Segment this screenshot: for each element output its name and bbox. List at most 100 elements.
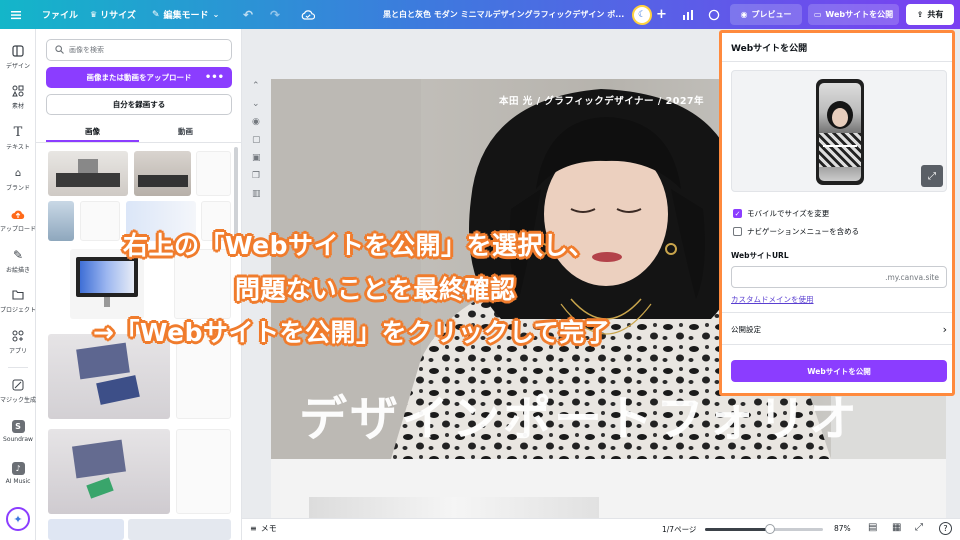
tab-images[interactable]: 画像 [46, 121, 139, 141]
zoom-slider-fill [705, 528, 770, 531]
rail-divider [8, 367, 28, 368]
sidebar-item-draw[interactable]: ✎ お絵描き [0, 241, 36, 281]
sidebar-item-brand[interactable]: ⌂ ブランド [0, 159, 36, 199]
elements-icon [11, 84, 25, 98]
trash-icon[interactable]: ▥ [252, 189, 261, 199]
eye-icon: ◉ [740, 10, 748, 19]
eye-icon[interactable]: ◉ [252, 117, 261, 127]
image-thumbnail[interactable] [80, 201, 120, 241]
instruction-line-2: 問題ないことを最終確認 [235, 275, 516, 304]
undo-icon[interactable]: ↶ [243, 0, 253, 29]
upload-icon [11, 207, 25, 221]
zoom-level[interactable]: 87% [834, 524, 851, 533]
user-avatar[interactable]: ☾ [632, 0, 652, 29]
document-title[interactable]: 黒と白と灰色 モダン ミニマルデザイングラフィックデザイン ポ... [383, 0, 624, 29]
text-icon: T [13, 124, 23, 140]
duplicate-icon[interactable]: ❐ [252, 171, 261, 181]
lock-icon[interactable]: ▣ [252, 153, 261, 163]
zoom-slider[interactable] [705, 524, 823, 534]
publish-website-button[interactable]: ▭ Webサイトを公開 [808, 4, 899, 25]
magic-icon [11, 378, 25, 392]
chevron-down-icon[interactable]: ⌄ [252, 99, 261, 109]
image-thumbnail[interactable] [48, 151, 128, 196]
sidebar-item-soundraw[interactable]: S Soundraw [0, 411, 36, 451]
instruction-line-1: 右上の「Webサイトを公開」を選択し、 [123, 231, 595, 260]
image-thumbnail[interactable] [176, 429, 231, 514]
apps-icon [11, 329, 25, 343]
website-url-label: WebサイトURL [731, 251, 789, 260]
instruction-line-3: →「Webサイトを公開」をクリックして完了 [93, 318, 611, 347]
sidebar-item-text[interactable]: T テキスト [0, 118, 36, 158]
menu-icon[interactable] [10, 0, 22, 29]
draw-icon: ✎ [12, 248, 24, 262]
image-thumbnail[interactable] [48, 429, 170, 514]
more-options-icon[interactable]: ••• [205, 72, 224, 83]
publish-website-popover: Webサイトを公開 ⤢ ✓ モバイルでサイズを変更 ナビゲーションメニューを含め… [719, 30, 955, 396]
chevron-right-icon: › [942, 322, 947, 336]
sidebar-item-projects[interactable]: プロジェクト [0, 281, 36, 321]
resize-mobile-checkbox[interactable]: ✓ モバイルでサイズを変更 [733, 208, 829, 219]
left-sidebar: デザイン 素材 T テキスト ⌂ ブランド アップロード ✎ お絵描き プロジェ… [0, 29, 36, 540]
cloud-save-icon[interactable] [301, 0, 315, 29]
popover-title: Webサイトを公開 [731, 44, 808, 54]
chevron-up-icon[interactable]: ⌃ [252, 81, 261, 91]
design-header-text[interactable]: 本田 光 / グラフィックデザイナー / 2027年 [499, 93, 704, 107]
image-thumbnail[interactable] [128, 519, 231, 540]
nav-menu-checkbox[interactable]: ナビゲーションメニューを含める [733, 226, 859, 237]
page-view-icon[interactable]: ▤ [868, 522, 877, 533]
share-button[interactable]: ⇪ 共有 [906, 4, 954, 25]
preview-button[interactable]: ◉ プレビュー [730, 4, 802, 25]
search-input[interactable]: 画像を検索 [46, 39, 232, 61]
edit-mode-dropdown[interactable]: ✎ 編集モード ⌄ [152, 0, 219, 29]
brand-icon: ⌂ [14, 167, 22, 179]
crown-icon: ♛ [90, 10, 98, 19]
layout-icon [11, 44, 25, 58]
sidebar-item-ai-music[interactable]: ♪ AI Music [0, 453, 36, 493]
record-yourself-button[interactable]: 自分を録画する [46, 94, 232, 115]
next-page-preview[interactable] [271, 459, 946, 521]
image-thumbnail[interactable] [134, 151, 191, 196]
top-toolbar: ファイル ♛ リサイズ ✎ 編集モード ⌄ ↶ ↷ 黒と白と灰色 モダン ミニマ… [0, 0, 960, 29]
uploads-panel: 画像を検索 画像または動画をアップロード ••• 自分を録画する 画像 動画 [36, 29, 242, 540]
pencil-icon: ✎ [152, 9, 160, 20]
comment-icon[interactable]: ▢ [252, 135, 261, 145]
share-icon: ⇪ [916, 10, 924, 19]
folder-icon [11, 288, 25, 302]
image-thumbnail[interactable] [196, 151, 231, 196]
sidebar-item-design[interactable]: デザイン [0, 37, 36, 77]
notes-icon: ≡ [250, 524, 257, 533]
sidebar-item-apps[interactable]: アプリ [0, 322, 36, 362]
ai-music-icon: ♪ [11, 461, 25, 475]
resize-menu[interactable]: ♛ リサイズ [90, 0, 136, 29]
grid-view-icon[interactable]: ▦ [892, 522, 901, 533]
notes-button[interactable]: ≡ メモ [250, 523, 277, 534]
custom-domain-link[interactable]: カスタムドメインを使用 [731, 294, 814, 305]
file-menu[interactable]: ファイル [42, 0, 78, 29]
soundraw-icon: S [11, 419, 25, 433]
checkbox-unchecked-icon[interactable] [733, 227, 742, 236]
add-collaborator-icon[interactable]: + [656, 0, 667, 29]
sidebar-item-uploads[interactable]: アップロード [0, 200, 36, 240]
expand-preview-icon[interactable]: ⤢ [921, 165, 943, 187]
help-icon[interactable]: ? [939, 522, 952, 535]
insights-icon[interactable] [682, 0, 694, 29]
sidebar-item-magic[interactable]: マジック生成 [0, 371, 36, 411]
magic-assistant-icon[interactable]: ✦ [6, 507, 30, 531]
publish-website-confirm-button[interactable]: Webサイトを公開 [731, 360, 947, 382]
sidebar-item-elements[interactable]: 素材 [0, 77, 36, 117]
fullscreen-icon[interactable]: ⤢ [915, 522, 923, 533]
comment-icon[interactable] [708, 0, 720, 29]
publish-settings-row[interactable]: 公開設定 › [731, 321, 947, 337]
redo-icon[interactable]: ↷ [270, 0, 280, 29]
tab-videos[interactable]: 動画 [139, 121, 232, 141]
checkbox-checked-icon[interactable]: ✓ [733, 209, 742, 218]
zoom-slider-handle[interactable] [764, 524, 775, 534]
search-icon [55, 44, 64, 56]
page-indicator[interactable]: 1/7ページ [662, 524, 696, 535]
upload-media-button[interactable]: 画像または動画をアップロード ••• [46, 67, 232, 88]
image-thumbnail[interactable] [48, 201, 74, 241]
image-thumbnail[interactable] [48, 519, 124, 540]
chevron-down-icon: ⌄ [212, 10, 220, 19]
phone-frame [816, 79, 864, 185]
website-url-input[interactable]: .my.canva.site [731, 266, 947, 288]
